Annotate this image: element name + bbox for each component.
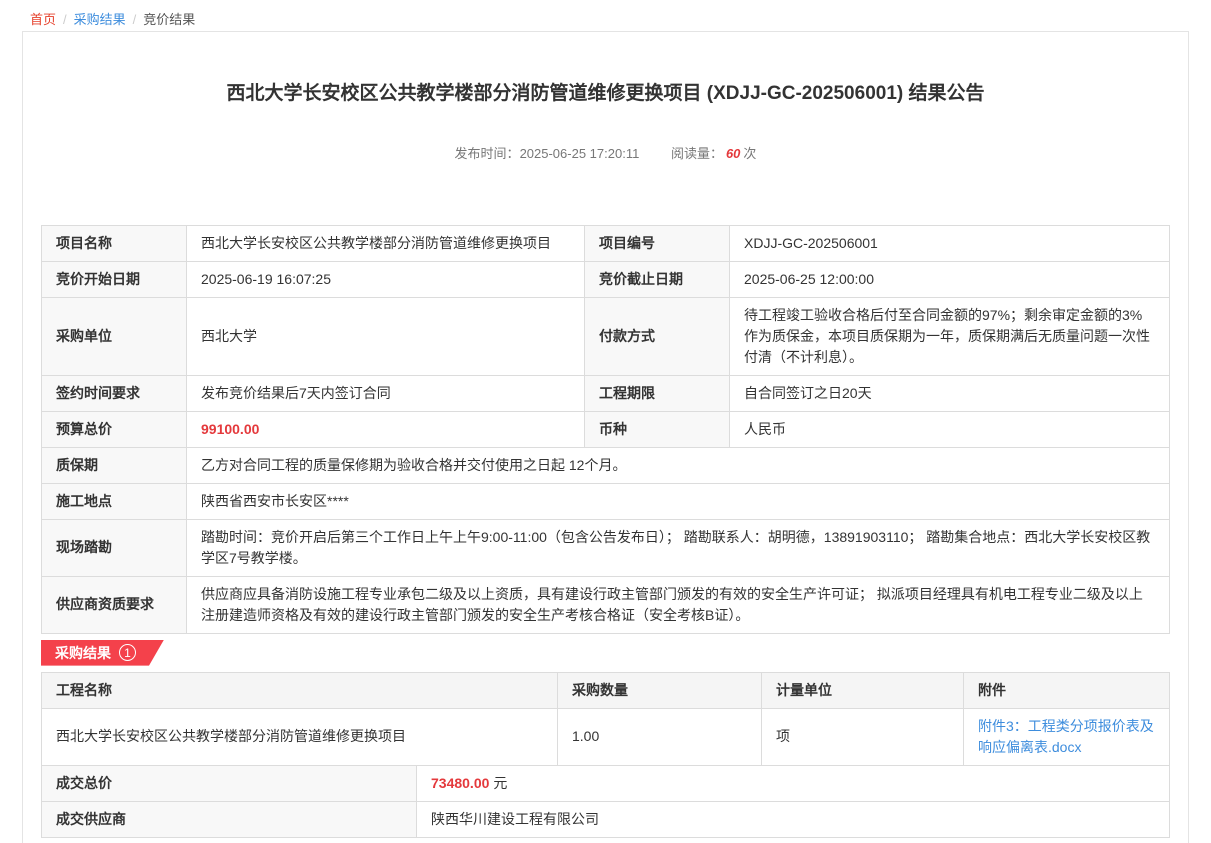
project-info-table: 项目名称 西北大学长安校区公共教学楼部分消防管道维修更换项目 项目编号 XDJJ… — [41, 225, 1170, 634]
publish-time-label: 发布时间： — [455, 146, 520, 161]
result-header-quantity: 采购数量 — [558, 672, 762, 708]
view-count: 阅读量：60次 — [671, 146, 757, 161]
result-header-project-name: 工程名称 — [42, 672, 558, 708]
publish-time: 发布时间：2025-06-25 17:20:11 — [455, 146, 640, 161]
info-label-site-survey: 现场踏勘 — [42, 519, 187, 576]
info-value-bid-start: 2025-06-19 16:07:25 — [187, 261, 585, 297]
breadcrumb-separator: / — [63, 12, 67, 27]
table-row: 西北大学长安校区公共教学楼部分消防管道维修更换项目 1.00 项 附件3：工程类… — [42, 708, 1170, 765]
info-value-project-duration: 自合同签订之日20天 — [730, 375, 1170, 411]
purchase-result-badge-label: 采购结果 — [55, 643, 111, 663]
purchase-result-badge: 采购结果 1 — [41, 640, 164, 666]
info-value-project-number: XDJJ-GC-202506001 — [730, 225, 1170, 261]
table-row: 质保期 乙方对合同工程的质量保修期为验收合格并交付使用之日起 12个月。 — [42, 447, 1170, 483]
view-count-label: 阅读量： — [671, 146, 723, 161]
info-value-budget-total: 99100.00 — [187, 411, 585, 447]
table-row: 签约时间要求 发布竞价结果后7天内签订合同 工程期限 自合同签订之日20天 — [42, 375, 1170, 411]
info-value-purchaser: 西北大学 — [187, 297, 585, 375]
announcement-meta: 发布时间：2025-06-25 17:20:11 阅读量：60次 — [41, 143, 1170, 162]
table-row: 现场踏勘 踏勘时间：竞价开启后第三个工作日上午上午9:00-11:00（包含公告… — [42, 519, 1170, 576]
breadcrumb-purchase-results-link[interactable]: 采购结果 — [74, 12, 126, 27]
table-row: 供应商资质要求 供应商应具备消防设施工程专业承包二级及以上资质，具有建设行政主管… — [42, 576, 1170, 633]
info-label-budget-total: 预算总价 — [42, 411, 187, 447]
table-row: 成交总价 73480.00元 — [42, 765, 1170, 801]
table-row: 采购单位 西北大学 付款方式 待工程竣工验收合格后付至合同金额的97%；剩余审定… — [42, 297, 1170, 375]
info-value-warranty: 乙方对合同工程的质量保修期为验收合格并交付使用之日起 12个月。 — [187, 447, 1170, 483]
result-unit: 项 — [762, 708, 964, 765]
info-value-signing-time: 发布竞价结果后7天内签订合同 — [187, 375, 585, 411]
info-value-currency: 人民币 — [730, 411, 1170, 447]
result-header-unit: 计量单位 — [762, 672, 964, 708]
info-label-supplier-qualification: 供应商资质要求 — [42, 576, 187, 633]
table-row: 成交供应商 陕西华川建设工程有限公司 — [42, 801, 1170, 837]
final-price-amount: 73480.00 — [431, 775, 489, 791]
table-row: 项目名称 西北大学长安校区公共教学楼部分消防管道维修更换项目 项目编号 XDJJ… — [42, 225, 1170, 261]
breadcrumb-home-link[interactable]: 首页 — [30, 12, 56, 27]
info-value-bid-deadline: 2025-06-25 12:00:00 — [730, 261, 1170, 297]
info-label-construction-site: 施工地点 — [42, 483, 187, 519]
info-value-payment-method: 待工程竣工验收合格后付至合同金额的97%；剩余审定金额的3%作为质保金，本项目质… — [730, 297, 1170, 375]
info-label-currency: 币种 — [585, 411, 730, 447]
info-value-construction-site: 陕西省西安市长安区**** — [187, 483, 1170, 519]
final-price-unit: 元 — [493, 775, 507, 791]
breadcrumb-current-page: 竞价结果 — [143, 12, 195, 27]
info-value-site-survey: 踏勘时间：竞价开启后第三个工作日上午上午9:00-11:00（包含公告发布日）；… — [187, 519, 1170, 576]
view-count-unit: 次 — [743, 146, 756, 161]
result-header-attachment: 附件 — [964, 672, 1170, 708]
page-title: 西北大学长安校区公共教学楼部分消防管道维修更换项目 (XDJJ-GC-20250… — [41, 32, 1170, 108]
info-label-project-duration: 工程期限 — [585, 375, 730, 411]
info-label-payment-method: 付款方式 — [585, 297, 730, 375]
info-label-purchaser: 采购单位 — [42, 297, 187, 375]
info-value-project-name: 西北大学长安校区公共教学楼部分消防管道维修更换项目 — [187, 225, 585, 261]
result-attachment-cell: 附件3：工程类分项报价表及响应偏离表.docx — [964, 708, 1170, 765]
info-value-supplier-qualification: 供应商应具备消防设施工程专业承包二级及以上资质，具有建设行政主管部门颁发的有效的… — [187, 576, 1170, 633]
result-label-final-price: 成交总价 — [42, 765, 417, 801]
purchase-result-count-badge: 1 — [119, 644, 136, 661]
breadcrumb: 首页 / 采购结果 / 竞价结果 — [0, 0, 1211, 31]
info-label-signing-time: 签约时间要求 — [42, 375, 187, 411]
breadcrumb-separator: / — [133, 12, 137, 27]
result-value-winning-supplier: 陕西华川建设工程有限公司 — [417, 801, 1170, 837]
table-header-row: 工程名称 采购数量 计量单位 附件 — [42, 672, 1170, 708]
result-quantity: 1.00 — [558, 708, 762, 765]
publish-time-value: 2025-06-25 17:20:11 — [520, 146, 640, 161]
result-label-winning-supplier: 成交供应商 — [42, 801, 417, 837]
info-label-bid-start: 竞价开始日期 — [42, 261, 187, 297]
view-count-value: 60 — [723, 146, 743, 161]
info-label-bid-deadline: 竞价截止日期 — [585, 261, 730, 297]
info-label-warranty: 质保期 — [42, 447, 187, 483]
result-value-final-price: 73480.00元 — [417, 765, 1170, 801]
announcement-card: 西北大学长安校区公共教学楼部分消防管道维修更换项目 (XDJJ-GC-20250… — [22, 31, 1189, 843]
table-row: 预算总价 99100.00 币种 人民币 — [42, 411, 1170, 447]
info-label-project-name: 项目名称 — [42, 225, 187, 261]
table-row: 竞价开始日期 2025-06-19 16:07:25 竞价截止日期 2025-0… — [42, 261, 1170, 297]
table-row: 施工地点 陕西省西安市长安区**** — [42, 483, 1170, 519]
result-project-name: 西北大学长安校区公共教学楼部分消防管道维修更换项目 — [42, 708, 558, 765]
attachment-link[interactable]: 附件3：工程类分项报价表及响应偏离表.docx — [978, 718, 1154, 755]
purchase-result-table: 工程名称 采购数量 计量单位 附件 西北大学长安校区公共教学楼部分消防管道维修更… — [41, 672, 1170, 838]
info-label-project-number: 项目编号 — [585, 225, 730, 261]
